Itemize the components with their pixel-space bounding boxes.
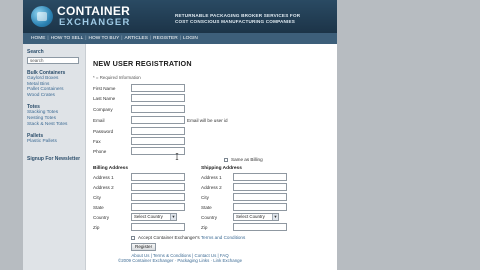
billing-address1-label: Address 1 — [93, 175, 114, 180]
footer-copyright: ©2009 Container Exchanger · Packaging Li… — [117, 258, 243, 264]
page-title: NEW USER REGISTRATION — [93, 59, 192, 68]
email-field[interactable] — [131, 116, 185, 124]
logo-text-bottom[interactable]: EXCHANGER — [59, 17, 131, 28]
phone-label: Phone — [93, 149, 107, 154]
sidebar-item-plastic-pallets[interactable]: Plastic Pallets — [23, 139, 85, 145]
page-frame: CONTAINER EXCHANGER RETURNABLE PACKAGING… — [23, 0, 337, 270]
company-field[interactable] — [131, 105, 185, 113]
terms-link[interactable]: Terms and Conditions — [201, 235, 245, 240]
nav-articles[interactable]: ARTICLES — [123, 36, 150, 41]
first-name-label: First Name — [93, 86, 116, 91]
billing-zip-field[interactable] — [131, 223, 185, 231]
sidebar-item-wood-crates[interactable]: Wood Crates — [23, 93, 85, 99]
fax-label: Fax — [93, 139, 101, 144]
fax-field[interactable] — [131, 137, 185, 145]
billing-country-select[interactable]: Select Country ▼ — [131, 213, 177, 221]
nav-home[interactable]: HOME — [29, 36, 47, 41]
same-as-billing-label: Same as Billing — [231, 157, 263, 162]
accept-terms-checkbox[interactable] — [131, 236, 135, 240]
shipping-address2-label: Address 2 — [201, 185, 222, 190]
site-header: CONTAINER EXCHANGER RETURNABLE PACKAGING… — [23, 0, 337, 33]
nav-login[interactable]: LOGIN — [181, 36, 200, 41]
shipping-country-value: Select Country — [236, 214, 265, 219]
site-tagline: RETURNABLE PACKAGING BROKER SERVICES FOR… — [175, 13, 325, 24]
billing-address-title: Billing Address — [93, 166, 129, 171]
register-button[interactable]: Register — [131, 243, 157, 251]
sidebar: Search Bulk Containers Gaylord Boxes Met… — [23, 44, 86, 270]
same-as-billing-checkbox[interactable] — [224, 158, 228, 162]
shipping-address1-field[interactable] — [233, 173, 287, 181]
email-label: Email — [93, 118, 105, 123]
shipping-city-field[interactable] — [233, 193, 287, 201]
billing-state-field[interactable] — [131, 203, 185, 211]
billing-address1-field[interactable] — [131, 173, 185, 181]
shipping-state-field[interactable] — [233, 203, 287, 211]
last-name-field[interactable] — [131, 94, 185, 102]
shipping-state-label: State — [201, 205, 212, 210]
accept-terms-text: Accept Container Exchanger's — [138, 235, 200, 240]
billing-country-value: Select Country — [134, 214, 163, 219]
shipping-address-title: Shipping Address — [201, 166, 242, 171]
sidebar-search-input[interactable] — [27, 57, 79, 64]
first-name-field[interactable] — [131, 84, 185, 92]
nav-how-to-buy[interactable]: HOW TO BUY — [87, 36, 122, 41]
main-nav: HOME | HOW TO SELL | HOW TO BUY | ARTICL… — [23, 33, 337, 44]
email-note: Email will be user id — [187, 118, 228, 123]
billing-address2-label: Address 2 — [93, 185, 114, 190]
password-field[interactable] — [131, 127, 185, 135]
registration-form: NEW USER REGISTRATION * = Required Infor… — [93, 44, 333, 270]
shipping-address1-label: Address 1 — [201, 175, 222, 180]
sidebar-newsletter-link[interactable]: Signup For Newsletter — [23, 156, 85, 162]
billing-zip-label: Zip — [93, 225, 100, 230]
shipping-city-label: City — [201, 195, 209, 200]
text-cursor-icon — [175, 153, 179, 160]
billing-state-label: State — [93, 205, 104, 210]
company-label: Company — [93, 107, 113, 112]
accept-terms-label: Accept Container Exchanger's Terms and C… — [138, 235, 245, 240]
chevron-down-icon: ▼ — [272, 214, 278, 220]
nav-how-to-sell[interactable]: HOW TO SELL — [49, 36, 86, 41]
logo-text-top[interactable]: CONTAINER — [57, 4, 130, 18]
billing-country-label: Country — [93, 215, 110, 220]
sidebar-search-title: Search — [27, 49, 44, 55]
sidebar-item-stack-nest-totes[interactable]: Stack & Nest Totes — [23, 122, 85, 128]
shipping-country-select[interactable]: Select Country ▼ — [233, 213, 279, 221]
required-note: * = Required Information — [93, 75, 141, 80]
shipping-zip-label: Zip — [201, 225, 208, 230]
chevron-down-icon: ▼ — [170, 214, 176, 220]
nav-register[interactable]: REGISTER — [151, 36, 180, 41]
logo-icon[interactable] — [31, 6, 53, 27]
shipping-country-label: Country — [201, 215, 218, 220]
site-footer: About Us | Terms & Conditions | Contact … — [23, 253, 337, 264]
password-label: Password — [93, 129, 114, 134]
billing-address2-field[interactable] — [131, 183, 185, 191]
shipping-address2-field[interactable] — [233, 183, 287, 191]
shipping-zip-field[interactable] — [233, 223, 287, 231]
billing-city-field[interactable] — [131, 193, 185, 201]
billing-city-label: City — [93, 195, 101, 200]
last-name-label: Last Name — [93, 96, 116, 101]
tagline-line-2: COST CONSCIOUS MANUFACTURING COMPANIES — [175, 18, 296, 24]
